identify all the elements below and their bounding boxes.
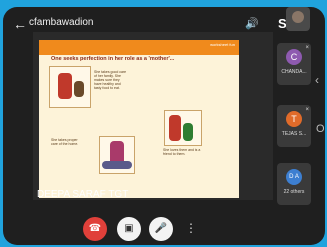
slide-illustration-washing <box>99 136 135 174</box>
self-video-thumbnail[interactable] <box>286 7 310 31</box>
slide-caption: She takes proper care of the home. <box>51 138 79 146</box>
participant-column: × C CHANDA... × T TEJAS S... D A 22 othe… <box>277 43 311 213</box>
participant-tile[interactable]: D A 22 others <box>277 163 311 205</box>
participant-tile[interactable]: × T TEJAS S... <box>277 105 311 147</box>
camera-toggle-button[interactable]: ▣ <box>117 217 141 241</box>
slide-tag: worksheet fun <box>210 42 235 47</box>
volume-icon[interactable]: 🔊 <box>245 17 259 30</box>
participant-name: CHANDA... <box>281 69 307 75</box>
mic-off-icon: × <box>305 45 309 51</box>
circle-icon: O <box>316 123 325 135</box>
arrow-left-icon[interactable]: ← <box>13 16 27 32</box>
camera-off-icon: ▣ <box>124 223 134 234</box>
more-vertical-icon[interactable]: ⋮ <box>185 221 197 235</box>
presenter-name: DEEPA SARAF TGT <box>37 189 128 200</box>
slide-illustration-family <box>164 110 202 146</box>
shared-slide: worksheet fun One seeks perfection in he… <box>39 40 239 198</box>
meeting-screen: ← cfambawadion 🔊 S worksheet fun One see… <box>3 7 325 245</box>
avatar: T <box>286 111 302 127</box>
slide-header-bar: worksheet fun <box>39 40 239 55</box>
slide-illustration-cooking <box>49 66 91 108</box>
avatar: D A <box>286 169 302 185</box>
slide-caption: She takes good care of her family. She m… <box>94 70 127 90</box>
presentation-stage: worksheet fun One seeks perfection in he… <box>33 32 273 200</box>
slide-title: One seeks perfection in her role as a 'm… <box>51 56 175 62</box>
mic-off-icon: 🎤 <box>154 223 168 234</box>
phone-hangup-icon: ☎ <box>88 223 102 234</box>
participant-tile[interactable]: × C CHANDA... <box>277 43 311 85</box>
avatar: C <box>286 49 302 65</box>
mic-off-icon: × <box>305 107 309 113</box>
slide-caption: She loves them and is a friend to them. <box>163 148 201 156</box>
meeting-title: cfambawadion <box>29 17 94 28</box>
end-call-button[interactable]: ☎ <box>83 217 107 241</box>
participant-name: TEJAS S... <box>281 131 307 137</box>
mic-toggle-button[interactable]: 🎤 <box>149 217 173 241</box>
presenter-name-text: DEEPA SARAF TGT <box>37 189 129 200</box>
chevron-left-icon[interactable]: ‹ <box>315 73 319 87</box>
participant-name: 22 others <box>283 189 305 195</box>
call-controls: ☎ ▣ 🎤 ⋮ <box>3 215 325 245</box>
